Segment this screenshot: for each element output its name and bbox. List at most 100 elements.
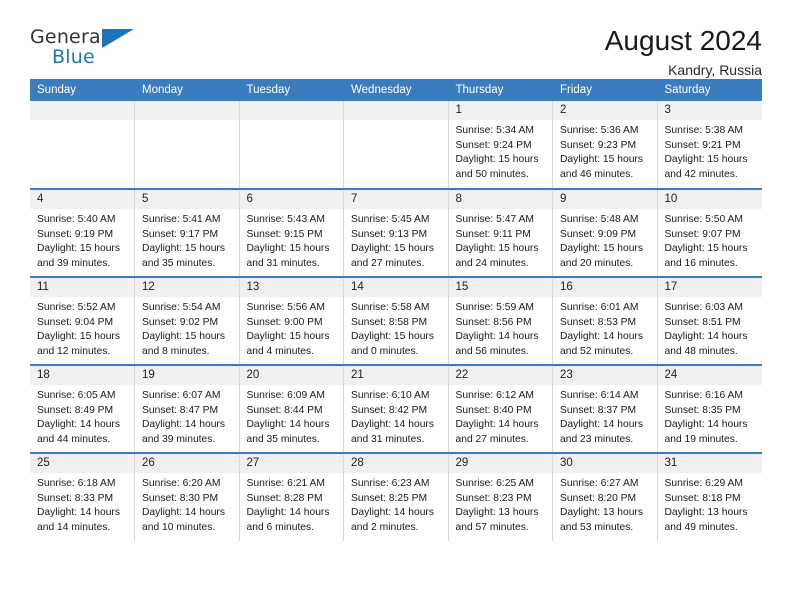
day-details: Sunrise: 5:48 AM Sunset: 9:09 PM Daylight:… (553, 209, 657, 271)
calendar-day-cell[interactable]: 24 Sunrise: 6:16 AM Sunset: 8:35 PM Dayligh… (657, 364, 762, 453)
triangle-icon (102, 29, 134, 48)
day-details (30, 120, 134, 124)
calendar-day-cell[interactable]: 28 Sunrise: 6:23 AM Sunset: 8:25 PM Dayligh… (343, 452, 449, 541)
sunset-text: Sunset: 8:51 PM (664, 316, 741, 328)
day-details: Sunrise: 6:20 AM Sunset: 8:30 PM Daylight:… (135, 473, 239, 535)
sunset-text: Sunset: 9:15 PM (246, 228, 323, 240)
day-details: Sunrise: 5:54 AM Sunset: 9:02 PM Daylight:… (135, 297, 239, 359)
day-details: Sunrise: 6:10 AM Sunset: 8:42 PM Daylight:… (344, 385, 448, 447)
daylight-line2-text: and 50 minutes. (455, 168, 529, 180)
day-number (239, 101, 343, 120)
daylight-line2-text: and 4 minutes. (246, 345, 315, 357)
calendar-day-cell[interactable]: 29 Sunrise: 6:25 AM Sunset: 8:23 PM Dayligh… (448, 452, 553, 541)
daylight-line1-text: Daylight: 14 hours (560, 331, 643, 343)
calendar-day-cell[interactable]: 6 Sunrise: 5:43 AM Sunset: 9:15 PM Daylight… (239, 188, 344, 277)
sunset-text: Sunset: 8:28 PM (246, 492, 323, 504)
day-details: Sunrise: 6:07 AM Sunset: 8:47 PM Daylight:… (135, 385, 239, 447)
calendar-day-cell[interactable]: 18 Sunrise: 6:05 AM Sunset: 8:49 PM Dayligh… (30, 364, 135, 453)
calendar-day-cell[interactable]: 26 Sunrise: 6:20 AM Sunset: 8:30 PM Dayligh… (134, 452, 240, 541)
sunrise-text: Sunrise: 6:21 AM (246, 478, 325, 489)
daylight-line1-text: Daylight: 15 hours (664, 243, 748, 255)
day-details: Sunrise: 5:59 AM Sunset: 8:56 PM Daylight:… (449, 297, 553, 359)
weekday-header-row: Sunday Monday Tuesday Wednesday Thursday… (30, 79, 762, 101)
day-details: Sunrise: 6:29 AM Sunset: 8:18 PM Daylight:… (658, 473, 762, 535)
daylight-line1-text: Daylight: 15 hours (455, 243, 539, 255)
day-number: 20 (239, 366, 343, 385)
daylight-line1-text: Daylight: 14 hours (351, 507, 434, 519)
calendar-day-cell[interactable]: 14 Sunrise: 5:58 AM Sunset: 8:58 PM Dayligh… (343, 276, 449, 365)
calendar-day-cell[interactable]: 30 Sunrise: 6:27 AM Sunset: 8:20 PM Dayligh… (552, 452, 658, 541)
calendar-page: General Blue August 2024 Kandry, Russia … (0, 0, 792, 612)
sunset-text: Sunset: 8:23 PM (455, 492, 532, 504)
calendar-day-cell[interactable]: 5 Sunrise: 5:41 AM Sunset: 9:17 PM Daylight… (134, 188, 240, 277)
weekday-header-tuesday: Tuesday (239, 79, 344, 101)
sunset-text: Sunset: 8:42 PM (351, 404, 428, 416)
weekday-header-sunday: Sunday (30, 79, 135, 101)
calendar-day-cell[interactable]: 16 Sunrise: 6:01 AM Sunset: 8:53 PM Dayligh… (552, 276, 658, 365)
day-details (344, 120, 448, 124)
sunrise-text: Sunrise: 5:43 AM (246, 214, 325, 225)
calendar-day-cell[interactable]: 19 Sunrise: 6:07 AM Sunset: 8:47 PM Dayligh… (134, 364, 240, 453)
calendar-day-cell[interactable]: 25 Sunrise: 6:18 AM Sunset: 8:33 PM Dayligh… (30, 452, 135, 541)
day-number: 5 (135, 190, 239, 209)
sunset-text: Sunset: 8:44 PM (246, 404, 323, 416)
calendar-day-cell[interactable]: 12 Sunrise: 5:54 AM Sunset: 9:02 PM Dayligh… (134, 276, 240, 365)
sunrise-text: Sunrise: 5:47 AM (455, 214, 534, 225)
calendar-day-cell[interactable]: 17 Sunrise: 6:03 AM Sunset: 8:51 PM Dayligh… (657, 276, 762, 365)
calendar-day-cell[interactable]: 27 Sunrise: 6:21 AM Sunset: 8:28 PM Dayligh… (239, 452, 344, 541)
calendar-day-cell[interactable]: 9 Sunrise: 5:48 AM Sunset: 9:09 PM Daylight… (552, 188, 658, 277)
sunset-text: Sunset: 8:20 PM (560, 492, 637, 504)
calendar-day-cell[interactable]: 31 Sunrise: 6:29 AM Sunset: 8:18 PM Dayligh… (657, 452, 762, 541)
daylight-line2-text: and 57 minutes. (455, 521, 529, 533)
daylight-line1-text: Daylight: 14 hours (664, 419, 748, 431)
day-details: Sunrise: 5:34 AM Sunset: 9:24 PM Daylight:… (449, 120, 553, 182)
general-blue-logo[interactable]: General Blue (30, 26, 140, 74)
daylight-line2-text: and 6 minutes. (246, 521, 315, 533)
sunset-text: Sunset: 9:19 PM (37, 228, 114, 240)
calendar-day-cell[interactable]: 20 Sunrise: 6:09 AM Sunset: 8:44 PM Dayligh… (239, 364, 344, 453)
daylight-line2-text: and 16 minutes. (664, 257, 738, 269)
daylight-line2-text: and 44 minutes. (37, 433, 111, 445)
calendar-day-cell[interactable]: 11 Sunrise: 5:52 AM Sunset: 9:04 PM Dayligh… (30, 276, 135, 365)
calendar-day-cell[interactable]: 3 Sunrise: 5:38 AM Sunset: 9:21 PM Daylight… (657, 101, 762, 189)
calendar-day-cell[interactable]: 8 Sunrise: 5:47 AM Sunset: 9:11 PM Daylight… (448, 188, 553, 277)
day-number: 30 (553, 454, 657, 473)
calendar-day-cell[interactable]: 22 Sunrise: 6:12 AM Sunset: 8:40 PM Dayligh… (448, 364, 553, 453)
sunset-text: Sunset: 9:02 PM (142, 316, 219, 328)
daylight-line1-text: Daylight: 13 hours (664, 507, 748, 519)
day-number: 15 (448, 278, 552, 297)
daylight-line2-text: and 35 minutes. (142, 257, 216, 269)
daylight-line2-text: and 39 minutes. (142, 433, 216, 445)
calendar-day-cell[interactable]: 7 Sunrise: 5:45 AM Sunset: 9:13 PM Daylight… (343, 188, 449, 277)
day-details: Sunrise: 6:09 AM Sunset: 8:44 PM Daylight:… (240, 385, 344, 447)
daylight-line1-text: Daylight: 14 hours (560, 419, 643, 431)
calendar-day-cell[interactable]: 21 Sunrise: 6:10 AM Sunset: 8:42 PM Dayligh… (343, 364, 449, 453)
daylight-line1-text: Daylight: 14 hours (351, 419, 434, 431)
calendar-day-cell[interactable]: 2 Sunrise: 5:36 AM Sunset: 9:23 PM Daylight… (552, 101, 658, 189)
day-number: 14 (344, 278, 448, 297)
day-details: Sunrise: 6:25 AM Sunset: 8:23 PM Daylight:… (449, 473, 553, 535)
calendar-day-cell[interactable]: 10 Sunrise: 5:50 AM Sunset: 9:07 PM Dayligh… (657, 188, 762, 277)
sunrise-text: Sunrise: 5:58 AM (351, 302, 430, 313)
calendar-day-cell[interactable]: 1 Sunrise: 5:34 AM Sunset: 9:24 PM Daylight… (448, 101, 553, 189)
calendar-day-cell[interactable]: 15 Sunrise: 5:59 AM Sunset: 8:56 PM Dayligh… (448, 276, 553, 365)
calendar-day-cell[interactable]: 13 Sunrise: 5:56 AM Sunset: 9:00 PM Dayligh… (239, 276, 344, 365)
sunset-text: Sunset: 9:00 PM (246, 316, 323, 328)
day-number: 8 (448, 190, 552, 209)
day-number: 6 (239, 190, 343, 209)
calendar-day-cell[interactable]: 4 Sunrise: 5:40 AM Sunset: 9:19 PM Daylight… (30, 188, 135, 277)
day-number: 28 (344, 454, 448, 473)
sunrise-text: Sunrise: 6:25 AM (455, 478, 534, 489)
day-details: Sunrise: 6:14 AM Sunset: 8:37 PM Daylight:… (553, 385, 657, 447)
sunrise-text: Sunrise: 5:38 AM (664, 125, 743, 136)
day-details (240, 120, 344, 124)
sunrise-text: Sunrise: 6:23 AM (351, 478, 430, 489)
calendar-day-cell[interactable]: 23 Sunrise: 6:14 AM Sunset: 8:37 PM Dayligh… (552, 364, 658, 453)
day-number: 12 (135, 278, 239, 297)
day-details: Sunrise: 6:21 AM Sunset: 8:28 PM Daylight:… (240, 473, 344, 535)
day-details: Sunrise: 5:56 AM Sunset: 9:00 PM Daylight:… (240, 297, 344, 359)
sunset-text: Sunset: 9:21 PM (664, 139, 741, 151)
daylight-line1-text: Daylight: 15 hours (664, 154, 748, 166)
sunset-text: Sunset: 9:04 PM (37, 316, 114, 328)
daylight-line1-text: Daylight: 15 hours (37, 331, 120, 343)
